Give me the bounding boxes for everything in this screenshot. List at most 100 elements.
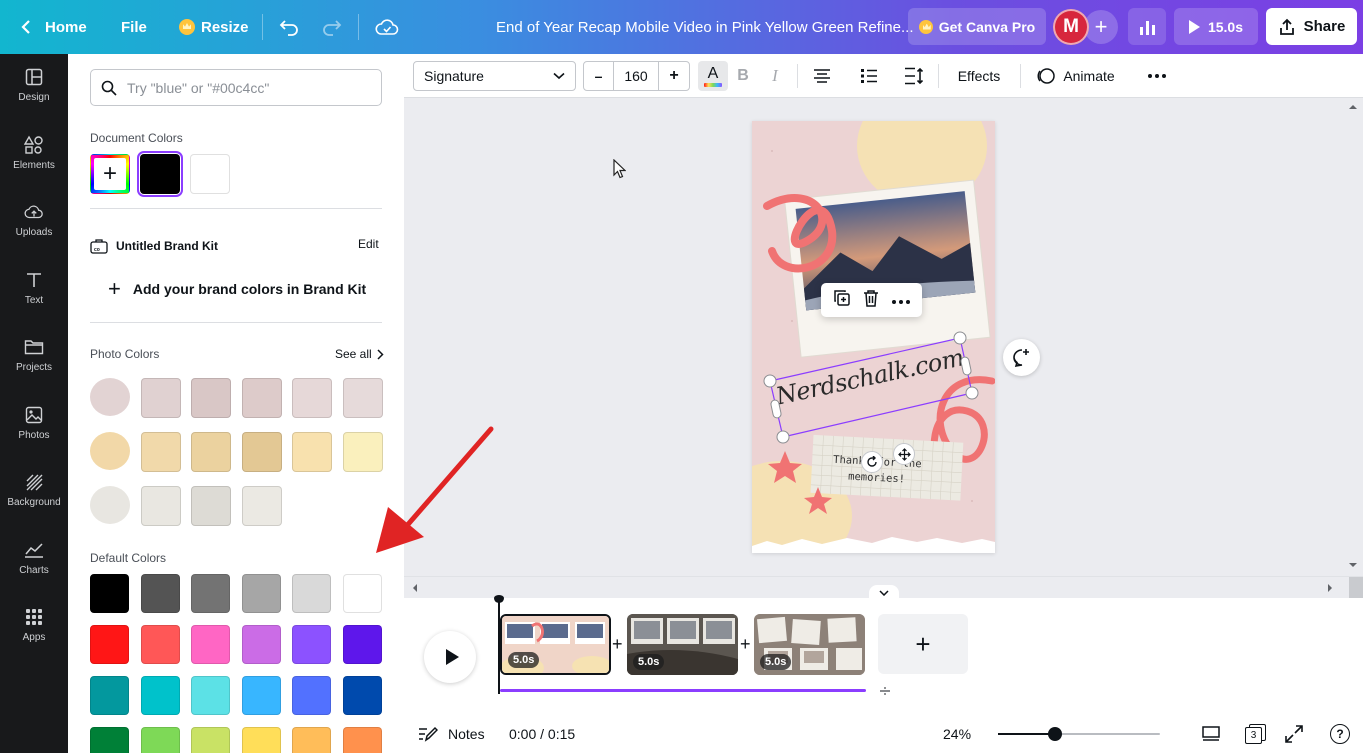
insert-clip-button[interactable]: + — [740, 634, 751, 655]
rail-item-projects[interactable]: Projects — [0, 324, 68, 386]
timeline-resize-handle[interactable] — [876, 686, 894, 696]
default-color-swatch[interactable] — [140, 727, 180, 753]
timeline-clip[interactable]: 5.0s — [754, 614, 865, 675]
list-button[interactable] — [859, 61, 879, 91]
redo-button[interactable] — [322, 0, 342, 54]
add-page-button[interactable]: + — [878, 614, 968, 674]
get-pro-button[interactable]: Get Canva Pro — [908, 8, 1046, 45]
present-button[interactable]: 15.0s — [1174, 8, 1258, 45]
default-color-swatch[interactable] — [241, 727, 281, 753]
default-color-swatch[interactable] — [342, 676, 382, 715]
bold-button[interactable]: B — [736, 61, 750, 91]
default-color-swatch[interactable] — [342, 727, 382, 753]
default-color-swatch[interactable] — [191, 574, 230, 613]
default-color-swatch[interactable] — [241, 676, 281, 715]
font-family-dropdown[interactable]: Signature — [413, 61, 576, 91]
more-options-button[interactable] — [1147, 61, 1167, 91]
default-color-swatch[interactable] — [90, 574, 129, 613]
undo-button[interactable] — [279, 0, 299, 54]
delete-button[interactable] — [863, 289, 879, 312]
photo-color-swatch[interactable] — [292, 378, 332, 418]
document-title[interactable]: End of Year Recap Mobile Video in Pink Y… — [496, 0, 914, 54]
design-page[interactable]: Nerdschalk.com Thanks for the memories! — [752, 121, 995, 553]
photo-color-swatch[interactable] — [241, 432, 282, 472]
notes-button[interactable]: Notes — [418, 714, 485, 753]
photo-color-swatch[interactable] — [140, 432, 181, 472]
photo-color-swatch[interactable] — [241, 486, 282, 526]
color-search-input[interactable] — [127, 79, 357, 96]
add-brand-colors-button[interactable]: + Add your brand colors in Brand Kit — [108, 276, 366, 302]
rail-item-charts[interactable]: Charts — [0, 527, 68, 589]
zoom-slider-knob[interactable] — [1048, 727, 1062, 741]
brand-kit-edit-link[interactable]: Edit — [358, 237, 379, 251]
rail-item-photos[interactable]: Photos — [0, 392, 68, 454]
add-color-button[interactable]: + — [90, 154, 130, 194]
duplicate-button[interactable] — [833, 289, 851, 312]
insert-clip-button[interactable]: + — [612, 634, 623, 655]
increase-size-button[interactable]: + — [659, 62, 689, 90]
align-center-button[interactable] — [812, 61, 832, 91]
default-color-swatch[interactable] — [140, 574, 180, 613]
default-color-swatch[interactable] — [90, 727, 129, 753]
timeline-play-button[interactable] — [424, 631, 476, 683]
italic-button[interactable]: I — [768, 61, 782, 91]
photo-color-swatch[interactable] — [342, 378, 383, 418]
rail-item-background[interactable]: Background — [0, 459, 68, 521]
photo-color-swatch[interactable] — [90, 486, 130, 524]
collapse-timeline-button[interactable] — [869, 585, 899, 600]
pages-button[interactable]: 3 — [1245, 714, 1267, 753]
grid-view-button[interactable] — [1201, 714, 1221, 753]
home-button[interactable]: Home — [20, 0, 87, 54]
photo-color-swatch[interactable] — [140, 378, 181, 418]
help-button[interactable]: ? — [1330, 714, 1350, 753]
share-button[interactable]: Share — [1266, 8, 1357, 45]
default-color-swatch[interactable] — [292, 574, 331, 613]
default-color-swatch[interactable] — [140, 676, 180, 715]
rotate-handle[interactable] — [861, 451, 883, 473]
decrease-size-button[interactable]: – — [584, 62, 614, 90]
zoom-level[interactable]: 24% — [943, 714, 971, 753]
photo-color-swatch[interactable] — [90, 378, 130, 416]
color-search[interactable] — [90, 69, 382, 106]
photo-color-swatch[interactable] — [191, 432, 231, 472]
avatar[interactable]: M — [1053, 9, 1089, 45]
file-menu-button[interactable]: File — [121, 0, 147, 54]
zoom-slider[interactable] — [998, 727, 1160, 741]
resize-button[interactable]: Resize — [179, 0, 249, 54]
more-options-button[interactable] — [891, 291, 910, 309]
spacing-button[interactable] — [904, 61, 924, 91]
font-size-value[interactable]: 160 — [614, 62, 659, 90]
rail-item-design[interactable]: Design — [0, 54, 68, 116]
default-color-swatch[interactable] — [241, 574, 281, 613]
default-color-swatch[interactable] — [90, 676, 129, 715]
invite-button[interactable]: + — [1084, 10, 1118, 44]
effects-button[interactable]: Effects — [953, 61, 1005, 91]
default-color-swatch[interactable] — [292, 727, 331, 753]
photo-color-swatch[interactable] — [191, 378, 231, 418]
document-color-swatch[interactable] — [137, 151, 183, 197]
cloud-save-button[interactable] — [375, 0, 399, 54]
rail-item-uploads[interactable]: Uploads — [0, 189, 68, 251]
default-color-swatch[interactable] — [342, 574, 382, 613]
default-color-swatch[interactable] — [292, 625, 331, 664]
document-color-swatch[interactable] — [190, 154, 230, 194]
fullscreen-button[interactable] — [1285, 714, 1303, 753]
insights-button[interactable] — [1128, 8, 1166, 45]
default-color-swatch[interactable] — [90, 625, 129, 664]
rail-item-elements[interactable]: Elements — [0, 122, 68, 184]
add-comment-button[interactable] — [1003, 339, 1040, 376]
text-color-button[interactable]: A — [698, 61, 728, 91]
default-color-swatch[interactable] — [191, 676, 230, 715]
default-color-swatch[interactable] — [140, 625, 180, 664]
rail-item-apps[interactable]: Apps — [0, 594, 68, 656]
default-color-swatch[interactable] — [191, 727, 230, 753]
photo-color-swatch[interactable] — [292, 432, 332, 472]
move-handle[interactable] — [893, 443, 915, 465]
photo-color-swatch[interactable] — [191, 486, 231, 526]
timeline-clip[interactable]: 5.0s — [500, 614, 611, 675]
vertical-scrollbar[interactable] — [1343, 98, 1363, 576]
default-color-swatch[interactable] — [191, 625, 230, 664]
default-color-swatch[interactable] — [241, 625, 281, 664]
default-color-swatch[interactable] — [292, 676, 331, 715]
animate-button[interactable]: Animate — [1034, 61, 1118, 91]
